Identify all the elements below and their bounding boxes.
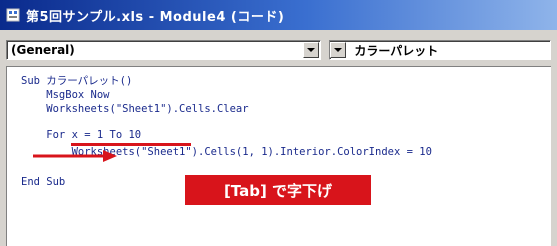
chevron-down-icon xyxy=(334,47,343,52)
window-title: 第5回サンプル.xls - Module4 (コード) xyxy=(26,9,285,25)
chevron-down-icon xyxy=(307,47,316,52)
code-line: MsgBox Now xyxy=(21,89,110,101)
procedure-combo-dropdown-button[interactable] xyxy=(330,42,347,58)
code-line: Worksheets("Sheet1").Cells.Clear xyxy=(21,103,249,115)
vba-code-window: 第5回サンプル.xls - Module4 (コード) (General) カラ… xyxy=(0,0,557,246)
object-combo-dropdown-button[interactable] xyxy=(303,42,320,58)
vba-module-icon xyxy=(6,8,20,22)
code-editor[interactable]: Sub カラーパレット() MsgBox Now Worksheets("She… xyxy=(6,66,551,246)
object-combo[interactable]: (General) xyxy=(6,40,322,60)
code-line: End Sub xyxy=(21,176,66,188)
code-line: For x = 1 To 10 xyxy=(21,129,142,141)
for-line-underline xyxy=(71,143,191,146)
tab-indent-callout: [Tab] で字下げ xyxy=(185,175,371,205)
procedure-combo-value: カラーパレット xyxy=(354,43,439,58)
arrow-right-icon xyxy=(33,150,117,162)
code-window-toolbar: (General) カラーパレット xyxy=(6,38,551,62)
procedure-combo[interactable]: カラーパレット xyxy=(329,40,551,60)
title-bar[interactable]: 第5回サンプル.xls - Module4 (コード) xyxy=(0,0,557,30)
object-combo-value: (General) xyxy=(11,43,75,57)
code-line: Sub カラーパレット() xyxy=(21,75,133,87)
callout-label: [Tab] で字下げ xyxy=(223,181,333,200)
